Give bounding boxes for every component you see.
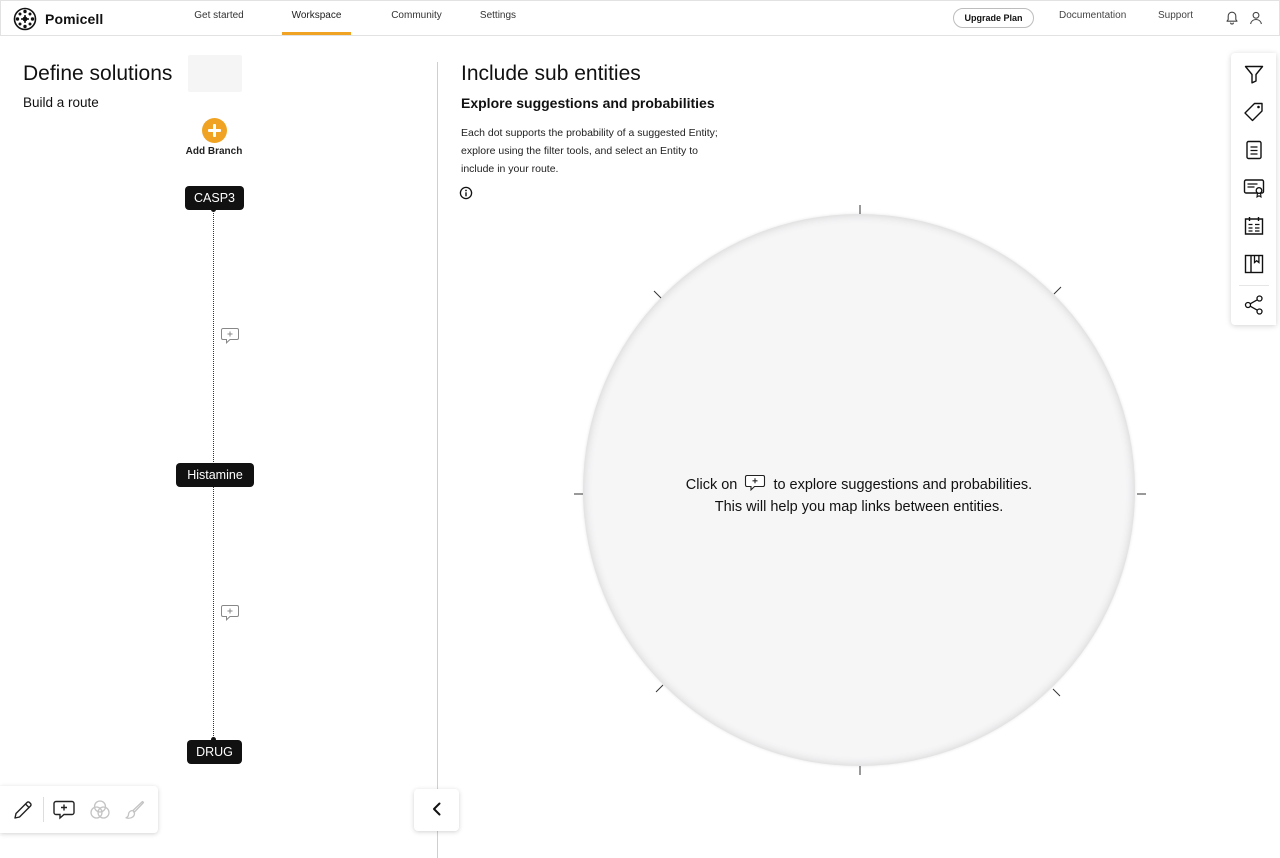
tab-workspace[interactable]: Workspace xyxy=(282,1,351,35)
support-link[interactable]: Support xyxy=(1158,10,1193,21)
node-anchor-dot xyxy=(211,207,216,212)
title-placeholder xyxy=(188,55,242,92)
add-branch-label: Add Branch xyxy=(185,146,243,157)
right-panel-description: Each dot supports the probability of a s… xyxy=(461,127,718,175)
instruction-suffix: to explore suggestions and probabilities… xyxy=(773,477,1033,493)
tab-get-started[interactable]: Get started xyxy=(184,1,254,35)
speech-bubble-plus-icon xyxy=(744,474,766,492)
right-panel-title: Include sub entities xyxy=(461,62,641,85)
left-panel-title: Define solutions xyxy=(23,62,173,85)
right-panel-subtitle: Explore suggestions and probabilities xyxy=(461,95,715,111)
chevron-left-icon xyxy=(432,802,440,815)
tag-icon[interactable] xyxy=(1243,101,1265,123)
toolbar-separator xyxy=(43,797,44,822)
upgrade-plan-button[interactable]: Upgrade Plan xyxy=(953,8,1034,28)
brand-name: Pomicell xyxy=(45,11,104,27)
tools-sidebar xyxy=(1231,53,1276,325)
tab-community[interactable]: Community xyxy=(381,1,452,35)
sidebar-separator xyxy=(1239,285,1269,286)
instruction-prefix: Click on xyxy=(685,477,738,493)
bottom-toolbar xyxy=(0,786,158,833)
speech-bubble-plus-icon[interactable] xyxy=(220,603,240,623)
tab-settings[interactable]: Settings xyxy=(473,1,523,35)
collapse-panel-button[interactable] xyxy=(414,789,459,831)
share-icon[interactable] xyxy=(1243,294,1265,316)
instruction-line-1: Click on to explore suggestions and prob… xyxy=(583,474,1135,496)
venn-circles-icon[interactable] xyxy=(88,798,112,822)
report-icon[interactable] xyxy=(1243,215,1265,237)
document-icon[interactable] xyxy=(1243,139,1265,161)
brush-icon[interactable] xyxy=(123,798,147,822)
pencil-icon[interactable] xyxy=(11,798,35,822)
radar-instruction: Click on to explore suggestions and prob… xyxy=(583,474,1135,518)
route-node-histamine[interactable]: Histamine xyxy=(176,463,254,487)
panel-divider xyxy=(437,62,438,858)
top-navigation: Pomicell Get started Workspace Community… xyxy=(0,0,1280,36)
speech-bubble-plus-icon[interactable] xyxy=(52,798,76,822)
left-panel-subtitle: Build a route xyxy=(23,95,99,110)
speech-bubble-plus-icon[interactable] xyxy=(220,326,240,346)
filter-icon[interactable] xyxy=(1243,63,1265,85)
bell-icon[interactable] xyxy=(1224,10,1240,26)
plus-circle-icon xyxy=(201,118,227,143)
info-icon[interactable] xyxy=(459,186,473,200)
route-node-drug[interactable]: DRUG xyxy=(187,740,242,764)
certificate-icon[interactable] xyxy=(1243,177,1265,199)
instruction-line-2: This will help you map links between ent… xyxy=(714,499,1004,515)
pomicell-logo-icon xyxy=(13,7,37,31)
user-icon[interactable] xyxy=(1248,10,1264,26)
bookmark-panel-icon[interactable] xyxy=(1243,253,1265,275)
brand-logo[interactable]: Pomicell xyxy=(13,7,103,31)
add-branch-button[interactable]: Add Branch xyxy=(180,118,248,157)
documentation-link[interactable]: Documentation xyxy=(1059,10,1126,21)
